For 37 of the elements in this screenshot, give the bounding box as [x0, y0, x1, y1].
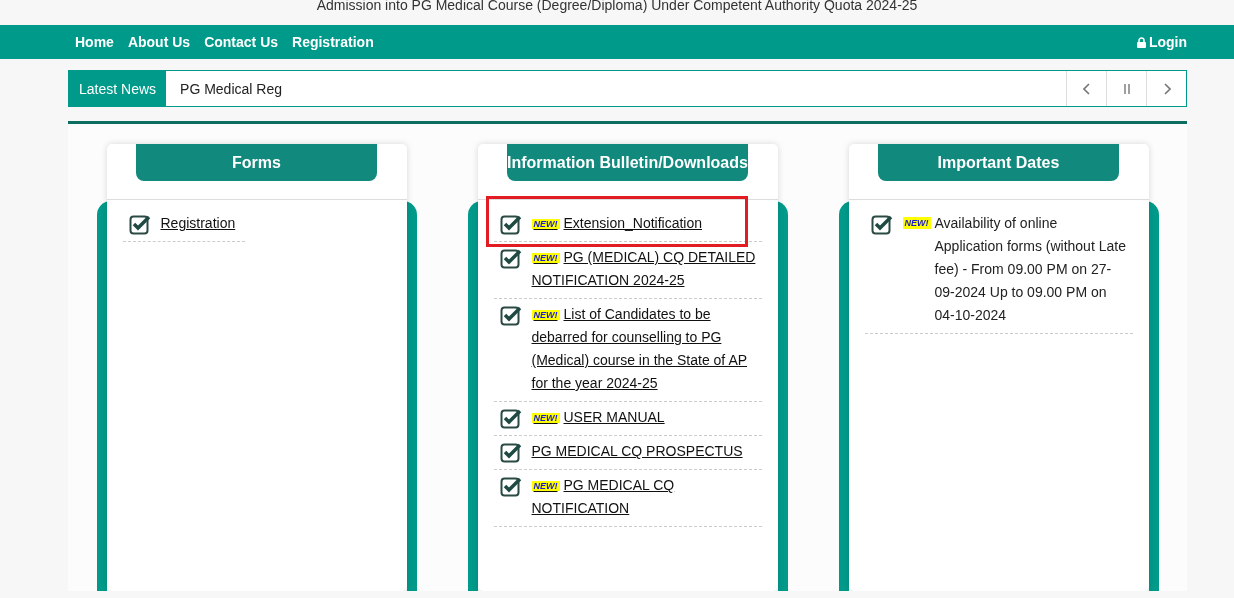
nav-link[interactable]: Registration: [292, 34, 374, 50]
checkbox-icon: [499, 247, 522, 269]
page-title: Admission into PG Medical Course (Degree/Diploma) Under Competent Authority Quota 2024-25: [316, 0, 918, 12]
new-badge: NEW!: [531, 310, 560, 321]
chevron-left-icon: [1082, 82, 1091, 95]
lock-icon: [1136, 36, 1146, 48]
card-title: Forms: [136, 144, 377, 181]
login-link[interactable]: Login: [1136, 34, 1187, 50]
checkbox-icon: [499, 475, 522, 497]
new-badge: NEW!: [531, 219, 560, 230]
download-link[interactable]: NEW! List of Candidates to be debarred for counselling to PG (Medical) course in the State of AP for the year 2024-25: [531, 303, 756, 395]
card-title: Important Dates: [878, 144, 1119, 181]
download-link[interactable]: Registration: [160, 212, 236, 235]
download-link[interactable]: NEW! PG (MEDICAL) CQ DETAILED NOTIFICATION 2024-25: [531, 246, 756, 292]
nav-link[interactable]: About Us: [127, 34, 191, 50]
checkbox-icon: [499, 304, 522, 326]
download-link[interactable]: PG MEDICAL CQ PROSPECTUS: [531, 440, 743, 463]
download-link[interactable]: NEW! PG MEDICAL CQ NOTIFICATION: [531, 474, 756, 520]
news-label: Latest News: [69, 71, 167, 106]
new-badge: NEW!: [531, 253, 560, 264]
download-link[interactable]: NEW! Extension_Notification: [531, 212, 703, 235]
pause-icon: [1121, 83, 1132, 94]
checkbox-icon: [499, 441, 522, 463]
nav-link[interactable]: Contact Us: [204, 34, 279, 50]
download-link[interactable]: NEW! USER MANUAL: [531, 406, 665, 429]
date-text: Availability of online Application forms (without Late fee) - From 09.00 PM on 27-09-2024 Up to 09.00 PM on 04-10-2024: [934, 214, 1127, 325]
checkbox-icon: [128, 213, 151, 235]
checkbox-icon: [870, 213, 893, 235]
news-text: PG Medical Reg: [180, 80, 282, 97]
checkbox-icon: [499, 407, 522, 429]
new-badge: NEW!: [531, 413, 560, 424]
new-badge: NEW!: [531, 481, 560, 492]
checkbox-icon: [499, 213, 522, 235]
new-badge: NEW!: [902, 217, 931, 229]
chevron-right-icon: [1162, 82, 1171, 95]
nav-link[interactable]: Home: [75, 34, 114, 50]
card-title: Information Bulletin/Downloads: [507, 144, 748, 181]
